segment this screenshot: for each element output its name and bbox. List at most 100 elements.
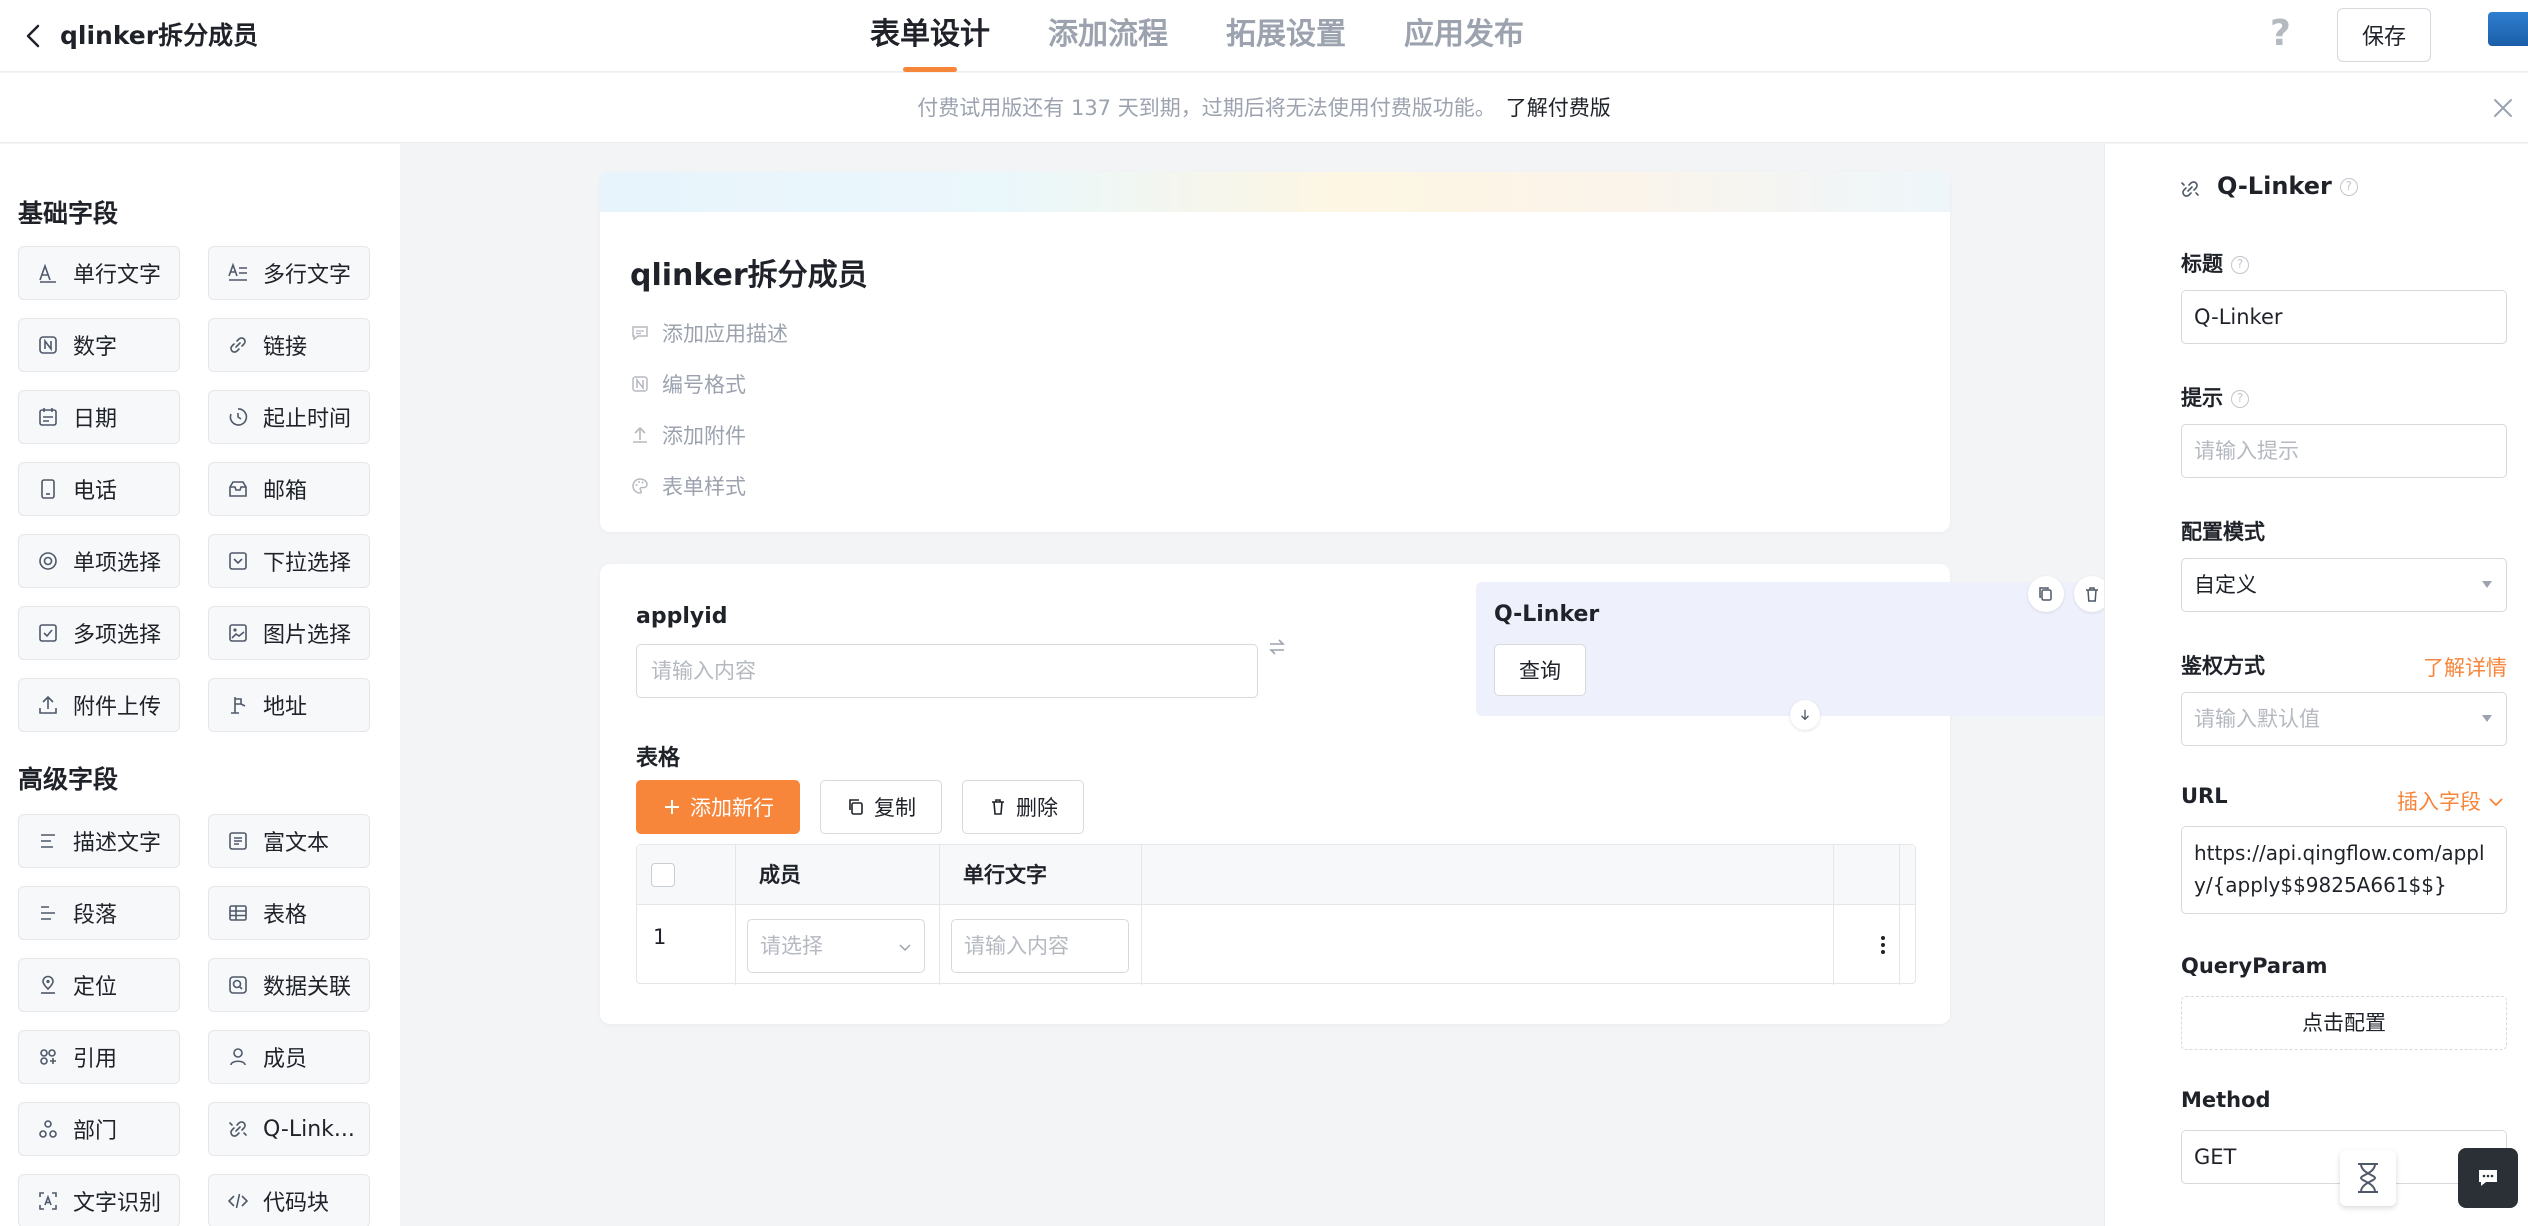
field-attachment-upload[interactable]: 附件上传 [18, 678, 180, 732]
help-icon[interactable]: ? [2231, 256, 2249, 274]
url-textarea[interactable]: https://api.qingflow.com/apply/{apply$$9… [2181, 826, 2507, 914]
copy-field-button[interactable] [2028, 576, 2064, 612]
copy-row-button[interactable]: 复制 [820, 780, 942, 834]
config-mode-select[interactable]: 自定义 [2181, 558, 2507, 612]
field-description-text[interactable]: 描述文字 [18, 814, 180, 868]
field-label: 电话 [73, 479, 118, 504]
delete-row-button[interactable]: 删除 [962, 780, 1084, 834]
form-header-card: qlinker拆分成员 添加应用描述 编号格式 添加附件 表单样式 [600, 172, 1950, 532]
field-image-choice[interactable]: 图片选择 [208, 606, 370, 660]
field-label: 邮箱 [263, 479, 308, 504]
swap-icon[interactable] [1266, 636, 1288, 658]
field-reference[interactable]: 引用 [18, 1030, 180, 1084]
field-multi-choice[interactable]: 多项选择 [18, 606, 180, 660]
comment-icon [632, 326, 648, 341]
field-address[interactable]: 地址 [208, 678, 370, 732]
add-row-button[interactable]: 添加新行 [636, 780, 800, 834]
top-header: qlinker拆分成员 表单设计 添加流程 拓展设置 应用发布 ? 保存 [0, 0, 2528, 72]
insert-field-link[interactable]: 插入字段 [2397, 786, 2505, 816]
field-number[interactable]: 数字 [18, 318, 180, 372]
field-label: 多行文字 [263, 263, 352, 288]
field-multi-line-text[interactable]: 多行文字 [208, 246, 370, 300]
number-format[interactable]: 编号格式 [630, 369, 746, 399]
paragraph-icon [41, 906, 55, 920]
auth-method-label: 鉴权方式 [2181, 654, 2265, 678]
rich-text-icon [229, 832, 247, 850]
more-vertical-icon[interactable] [1871, 933, 1895, 957]
avatar[interactable] [2488, 12, 2528, 46]
auth-learn-more-link[interactable]: 了解详情 [2423, 652, 2507, 682]
member-icon [230, 1048, 246, 1066]
field-q-linker[interactable]: Q-Link... [208, 1102, 370, 1156]
query-button[interactable]: 查询 [1494, 644, 1586, 696]
title-input[interactable]: Q-Linker [2181, 290, 2507, 344]
email-icon [229, 481, 247, 497]
field-ocr[interactable]: 文字识别 [18, 1174, 180, 1226]
field-location[interactable]: 定位 [18, 958, 180, 1012]
field-link[interactable]: 链接 [208, 318, 370, 372]
chevron-down-icon [899, 944, 911, 952]
hourglass-button[interactable] [2340, 1150, 2396, 1206]
help-icon[interactable]: ? [2270, 14, 2291, 54]
tab-form-design[interactable]: 表单设计 [870, 0, 990, 72]
tab-extension-settings[interactable]: 拓展设置 [1226, 0, 1346, 72]
field-rich-text[interactable]: 富文本 [208, 814, 370, 868]
save-button[interactable]: 保存 [2337, 8, 2431, 62]
hint-input[interactable]: 请输入提示 [2181, 424, 2507, 478]
help-icon[interactable]: ? [2231, 390, 2249, 408]
form-title[interactable]: qlinker拆分成员 [630, 250, 868, 294]
move-down-button[interactable] [1790, 700, 1820, 730]
field-data-link[interactable]: 数据关联 [208, 958, 370, 1012]
field-single-line-text[interactable]: 单行文字 [18, 246, 180, 300]
trial-notice-bar: 付费试用版还有 137 天到期，过期后将无法使用付费版功能。 了解付费版 [0, 73, 2528, 143]
form-style[interactable]: 表单样式 [630, 471, 746, 501]
code-block-icon [227, 1193, 249, 1209]
column-divider [1899, 845, 1900, 985]
member-select[interactable]: 请选择 [747, 919, 925, 973]
link-icon [230, 337, 246, 353]
field-label: 描述文字 [73, 831, 162, 856]
field-department[interactable]: 部门 [18, 1102, 180, 1156]
field-label: 附件上传 [73, 695, 162, 720]
select-all-checkbox[interactable] [651, 863, 675, 887]
field-member[interactable]: 成员 [208, 1030, 370, 1084]
field-date[interactable]: 日期 [18, 390, 180, 444]
queryparam-config-button[interactable]: 点击配置 [2181, 996, 2507, 1050]
row-number: 1 [653, 925, 667, 949]
close-icon[interactable] [2490, 95, 2516, 121]
learn-paid-link[interactable]: 了解付费版 [1506, 96, 1611, 120]
field-phone[interactable]: 电话 [18, 462, 180, 516]
applyid-label: applyid [636, 604, 728, 629]
help-icon[interactable]: ? [2339, 178, 2358, 196]
chat-support-button[interactable] [2458, 1148, 2518, 1208]
field-label: 下拉选择 [263, 551, 352, 576]
field-email[interactable]: 邮箱 [208, 462, 370, 516]
checkbox-icon [39, 624, 57, 642]
auth-method-select[interactable]: 请输入默认值 [2181, 692, 2507, 746]
field-label: 多项选择 [73, 623, 162, 648]
add-attachment[interactable]: 添加附件 [630, 420, 746, 450]
applyid-input[interactable]: 请输入内容 [636, 644, 1258, 698]
field-single-choice[interactable]: 单项选择 [18, 534, 180, 588]
q-linker-field-block[interactable]: Q-Linker 查询 [1476, 576, 2134, 730]
field-time-range[interactable]: 起止时间 [208, 390, 370, 444]
phone-icon [41, 479, 55, 499]
form-canvas: qlinker拆分成员 添加应用描述 编号格式 添加附件 表单样式 applyi… [400, 144, 2134, 1226]
field-label: 成员 [263, 1047, 308, 1072]
basic-fields-title: 基础字段 [18, 199, 119, 228]
field-label: 富文本 [263, 831, 330, 856]
tab-add-process[interactable]: 添加流程 [1048, 0, 1168, 72]
q-linker-icon [2181, 181, 2199, 197]
field-code-block[interactable]: 代码块 [208, 1174, 370, 1226]
field-label: 段落 [73, 903, 118, 928]
field-label: 地址 [263, 695, 308, 720]
field-paragraph[interactable]: 段落 [18, 886, 180, 940]
copy-icon [2039, 587, 2052, 601]
title-label: 标题? [2181, 248, 2249, 278]
add-app-description[interactable]: 添加应用描述 [630, 318, 788, 348]
single-line-text-cell-input[interactable]: 请输入内容 [951, 919, 1129, 973]
back-arrow-icon[interactable] [18, 20, 50, 52]
field-table[interactable]: 表格 [208, 886, 370, 940]
field-dropdown[interactable]: 下拉选择 [208, 534, 370, 588]
tab-app-publish[interactable]: 应用发布 [1404, 0, 1524, 72]
